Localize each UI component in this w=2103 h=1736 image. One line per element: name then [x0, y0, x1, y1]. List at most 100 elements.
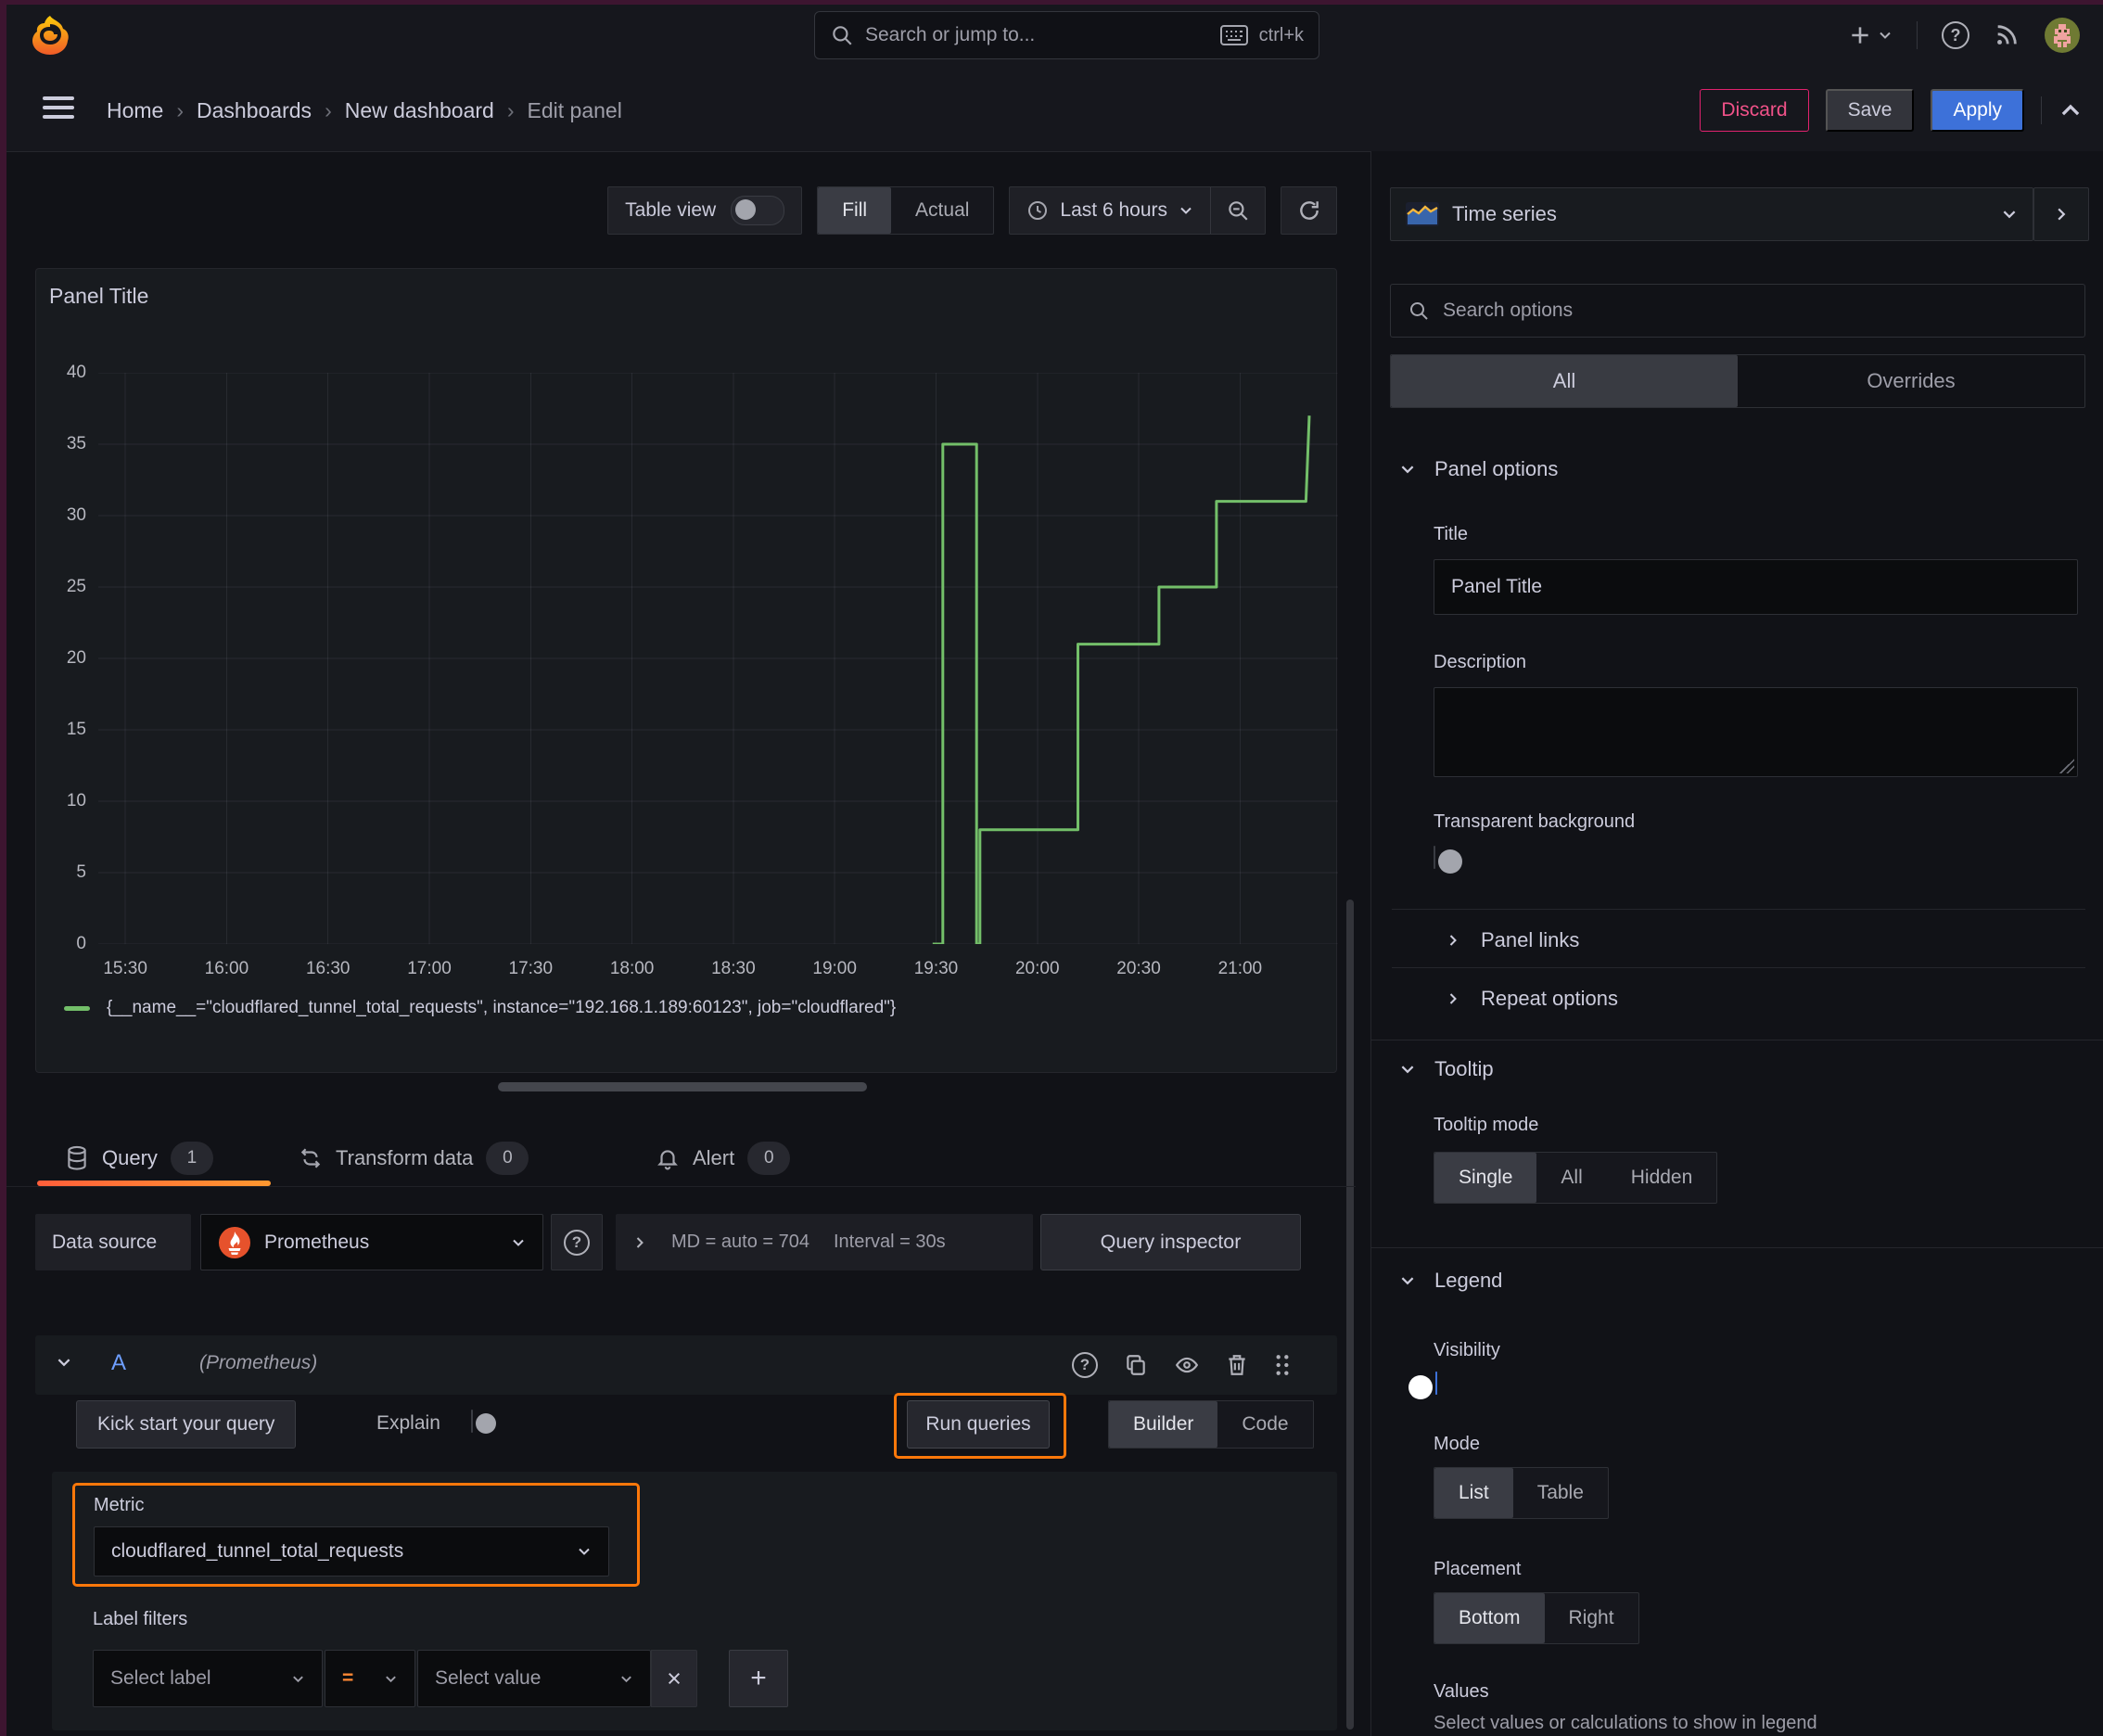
legend-placement-bottom[interactable]: Bottom — [1434, 1593, 1545, 1643]
query-row-header[interactable]: A (Prometheus) ? — [35, 1335, 1337, 1395]
visualization-picker[interactable]: Time series — [1390, 187, 2033, 241]
search-options-input[interactable]: Search options — [1390, 284, 2085, 338]
time-range-group: Last 6 hours — [1009, 186, 1266, 235]
collapse-query-icon[interactable] — [56, 1354, 72, 1371]
collapse-header-icon[interactable] — [2058, 98, 2083, 122]
x-tick-label: 15:30 — [103, 959, 147, 978]
tab-query[interactable]: Query 1 — [65, 1130, 213, 1186]
table-view-toggle[interactable] — [731, 196, 785, 225]
discard-button[interactable]: Discard — [1700, 89, 1809, 132]
transparent-background-label: Transparent background — [1434, 811, 1636, 832]
time-series-chart[interactable] — [98, 373, 1338, 944]
pane-resize-handle[interactable] — [498, 1082, 867, 1091]
query-ref-id[interactable]: A — [111, 1350, 126, 1376]
x-tick-label: 16:00 — [204, 959, 249, 978]
breadcrumb-new-dashboard[interactable]: New dashboard — [345, 98, 494, 123]
datasource-help-button[interactable]: ? — [551, 1214, 603, 1270]
fill-option[interactable]: Fill — [818, 187, 892, 234]
left-pane-scrollbar[interactable] — [1346, 900, 1354, 1730]
operator-dropdown[interactable]: = — [325, 1650, 415, 1707]
chevron-right-icon — [1449, 935, 1457, 946]
mega-menu-icon[interactable] — [43, 95, 74, 122]
grafana-logo-icon[interactable] — [30, 13, 70, 57]
panel-toolbar: Table view Fill Actual Last 6 hours — [607, 186, 1337, 235]
chevron-right-icon[interactable] — [632, 1235, 647, 1250]
delete-query-icon[interactable] — [1226, 1353, 1248, 1377]
actual-option[interactable]: Actual — [891, 187, 993, 234]
chevron-down-icon — [1180, 207, 1192, 214]
legend-placement-label: Placement — [1434, 1559, 1522, 1579]
tab-transform[interactable]: Transform data 0 — [299, 1130, 529, 1186]
code-option[interactable]: Code — [1217, 1401, 1312, 1448]
tab-alert-label: Alert — [693, 1146, 735, 1169]
chevron-down-icon — [579, 1548, 590, 1555]
zoom-out-icon[interactable] — [1211, 187, 1265, 234]
add-filter-button[interactable]: + — [729, 1650, 788, 1707]
prometheus-icon — [218, 1226, 251, 1259]
panel-links-header[interactable]: Panel links — [1446, 918, 1579, 963]
tooltip-heading: Tooltip — [1434, 1057, 1494, 1080]
description-textarea[interactable] — [1434, 687, 2078, 777]
chart-legend[interactable]: {__name__="cloudflared_tunnel_total_requ… — [64, 998, 896, 1018]
select-value-dropdown[interactable]: Select value — [417, 1650, 651, 1707]
tab-all[interactable]: All — [1391, 355, 1738, 407]
legend-header[interactable]: Legend — [1399, 1269, 1502, 1293]
repeat-options-header[interactable]: Repeat options — [1446, 976, 1618, 1021]
legend-mode-table[interactable]: Table — [1513, 1468, 1608, 1518]
time-range-picker[interactable]: Last 6 hours — [1010, 199, 1210, 222]
legend-visibility-toggle[interactable] — [1435, 1372, 1437, 1395]
run-queries-button[interactable]: Run queries — [907, 1400, 1050, 1449]
table-view-label: Table view — [625, 199, 717, 221]
y-tick-label: 0 — [76, 934, 86, 953]
keyboard-icon — [1219, 25, 1248, 45]
x-tick-label: 16:30 — [305, 959, 350, 978]
description-label: Description — [1434, 652, 1527, 672]
breadcrumb-dashboards[interactable]: Dashboards — [197, 98, 312, 123]
explain-toggle[interactable] — [471, 1410, 473, 1433]
apply-button[interactable]: Apply — [1931, 89, 2024, 132]
tooltip-mode-single[interactable]: Single — [1434, 1153, 1537, 1203]
legend-mode-segment: List Table — [1434, 1467, 1609, 1519]
explain-label: Explain — [376, 1412, 440, 1434]
plus-icon: + — [750, 1663, 767, 1693]
select-label-dropdown[interactable]: Select label — [93, 1650, 323, 1707]
resize-handle-icon[interactable] — [2059, 759, 2074, 773]
options-sidebar: Time series Search options All Overrides — [1370, 151, 2103, 1736]
remove-filter-button[interactable]: × — [651, 1650, 697, 1707]
panel-options-header[interactable]: Panel options — [1399, 457, 1558, 481]
query-editor-body: Metric cloudflared_tunnel_total_requests… — [52, 1472, 1337, 1730]
toggle-visibility-icon[interactable] — [1174, 1353, 1200, 1377]
datasource-picker[interactable]: Prometheus — [200, 1214, 543, 1270]
add-menu-button[interactable] — [1848, 23, 1893, 47]
tooltip-mode-hidden[interactable]: Hidden — [1607, 1153, 1717, 1203]
tab-overrides[interactable]: Overrides — [1738, 355, 2084, 407]
x-tick-label: 20:00 — [1014, 959, 1060, 978]
tooltip-mode-all[interactable]: All — [1536, 1153, 1606, 1203]
legend-placement-right[interactable]: Right — [1545, 1593, 1638, 1643]
active-tab-underline — [37, 1181, 271, 1186]
user-avatar[interactable] — [2044, 17, 2081, 54]
query-help-icon[interactable]: ? — [1072, 1352, 1098, 1378]
tab-alert[interactable]: Alert 0 — [656, 1130, 791, 1186]
legend-mode-list[interactable]: List — [1434, 1468, 1513, 1518]
panel-links-heading: Panel links — [1481, 928, 1580, 951]
tooltip-header[interactable]: Tooltip — [1399, 1057, 1494, 1081]
toggle-suggestions-button[interactable] — [2033, 187, 2089, 241]
drag-handle-icon[interactable] — [1274, 1353, 1291, 1377]
refresh-button[interactable] — [1281, 186, 1337, 235]
builder-option[interactable]: Builder — [1109, 1401, 1218, 1448]
chevron-right-icon — [2058, 208, 2066, 221]
news-icon[interactable] — [1994, 22, 2020, 48]
help-icon[interactable]: ? — [1942, 21, 1969, 49]
metric-select[interactable]: cloudflared_tunnel_total_requests — [94, 1526, 609, 1576]
chevron-down-icon — [293, 1675, 303, 1682]
transparent-background-toggle[interactable] — [1434, 846, 1435, 869]
save-button[interactable]: Save — [1825, 89, 1915, 132]
breadcrumb-home[interactable]: Home — [107, 98, 163, 123]
query-inspector-button[interactable]: Query inspector — [1040, 1214, 1301, 1270]
global-search[interactable]: Search or jump to... ctrl+k — [814, 11, 1319, 59]
panel-title-input[interactable]: Panel Title — [1434, 559, 2078, 615]
duplicate-query-icon[interactable] — [1124, 1353, 1148, 1377]
y-tick-label: 15 — [66, 720, 86, 739]
kick-start-button[interactable]: Kick start your query — [76, 1400, 297, 1449]
